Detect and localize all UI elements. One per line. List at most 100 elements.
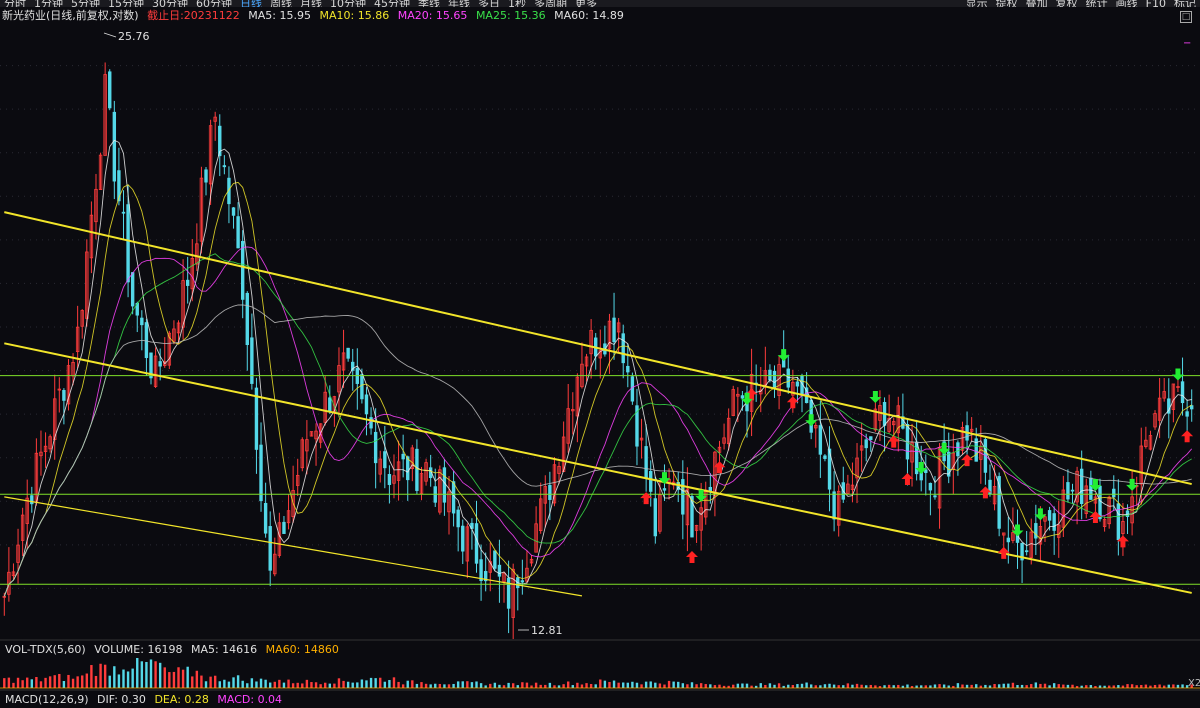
candle-body [456,509,460,528]
tab-period-1[interactable]: 1分钟 [30,0,67,7]
tab-period-2[interactable]: 5分钟 [67,0,104,7]
volume-bar [874,685,877,688]
tab-period-10[interactable]: 45分钟 [370,0,414,7]
candle-body [231,207,236,216]
tab-period-5[interactable]: 60分钟 [192,0,236,7]
low-price-label: 12.81 [531,624,563,637]
volume-bar [631,681,634,688]
volume-bar [759,683,762,688]
tab-period-13[interactable]: 多日 [474,0,504,7]
volume-bar [658,683,662,688]
tab-tool-1[interactable]: 提权 [992,0,1022,7]
candle-body [928,482,933,491]
vol-indicator-name[interactable]: VOL-TDX(5,60) [5,643,86,656]
volume-bar [787,684,790,688]
collapse-button[interactable]: − [1183,38,1191,49]
volume-bar [209,676,212,688]
volume-bar [741,683,744,688]
tab-period-14[interactable]: 1秒 [504,0,530,7]
tab-period-4[interactable]: 30分钟 [148,0,192,7]
volume-bar [915,685,918,688]
tab-period-0[interactable]: 分时 [0,0,30,7]
candle-body [30,495,34,505]
volume-bar [301,683,304,688]
volume-bar [278,679,281,688]
window-box-button[interactable]: □ [1180,11,1192,23]
volume-bar [823,684,827,688]
volume-bar [172,671,176,688]
volume-bar [21,680,24,688]
volume-bar [1140,685,1143,688]
volume-bar [145,661,148,688]
candle-body [1089,477,1093,500]
candle-body [864,439,868,449]
ma5-value: MA5: 15.95 [248,9,311,22]
volume-bar [236,675,240,688]
candle-body [1052,513,1056,531]
candle-body [259,444,263,502]
volume-bar [979,685,983,688]
volume-bar [1002,683,1005,688]
buy-arrow-icon [961,454,974,467]
volume-bar [924,685,927,688]
tab-period-8[interactable]: 月线 [296,0,326,7]
volume-bar [30,679,33,688]
tab-period-11[interactable]: 季线 [414,0,444,7]
volume-bar [612,680,616,688]
volume-bar [126,671,130,688]
candle-body [548,484,552,500]
tab-tool-2[interactable]: 叠加 [1022,0,1052,7]
stock-chart[interactable]: 25.76 12.81 [0,0,1200,708]
volume-bar [622,682,625,688]
volume-bar [12,682,15,688]
tab-period-7[interactable]: 周线 [266,0,296,7]
volume-bar [988,685,992,688]
tab-period-15[interactable]: 多周期 [530,0,571,7]
volume-bar [796,684,799,688]
volume-bar [310,682,313,688]
tab-period-9[interactable]: 10分钟 [326,0,370,7]
volume-bar [58,673,61,688]
volume-bar [35,676,38,688]
candle-body [222,165,227,168]
volume-bar [768,683,772,688]
volume-bar [732,684,735,688]
tab-period-6[interactable]: 日线 [236,0,266,7]
volume-bar [548,682,552,688]
candle-body [144,322,149,359]
volume-bar [516,685,519,688]
candle-body [1112,488,1116,498]
volume-bar [140,661,144,688]
tab-tool-3[interactable]: 复权 [1052,0,1082,7]
tab-tool-0[interactable]: 显示 [962,0,992,7]
ma25-value: MA25: 15.36 [475,9,546,22]
tab-period-16[interactable]: 更多 [571,0,601,7]
volume-bar [828,683,831,688]
tab-tool-7[interactable]: 标记 [1170,0,1200,7]
volume-bar [1107,685,1111,688]
volume-bar [388,680,391,688]
volume-bar [1153,684,1157,688]
volume-bar [832,684,836,688]
volume-bar [1176,684,1180,688]
volume-bar [7,677,11,688]
volume-bar [1144,684,1148,688]
volume-bar [865,685,868,688]
volume-bar [259,678,263,688]
volume-bar [493,682,497,688]
tab-tool-4[interactable]: 统计 [1082,0,1112,7]
tab-period-12[interactable]: 年线 [444,0,474,7]
volume-bar [837,685,840,688]
candle-body [621,333,625,364]
volume-bar [227,681,231,688]
cutoff-date: 截止日:20231122 [147,9,240,22]
volume-bar [681,683,685,688]
ma25-line [3,253,1192,597]
tab-tool-6[interactable]: F10 [1142,0,1170,7]
volume-bar [131,668,134,688]
volume-bar [250,678,254,688]
volume-bar [108,675,111,688]
tab-period-3[interactable]: 15分钟 [104,0,148,7]
tab-tool-5[interactable]: 画线 [1112,0,1142,7]
macd-indicator-name[interactable]: MACD(12,26,9) [5,693,89,706]
